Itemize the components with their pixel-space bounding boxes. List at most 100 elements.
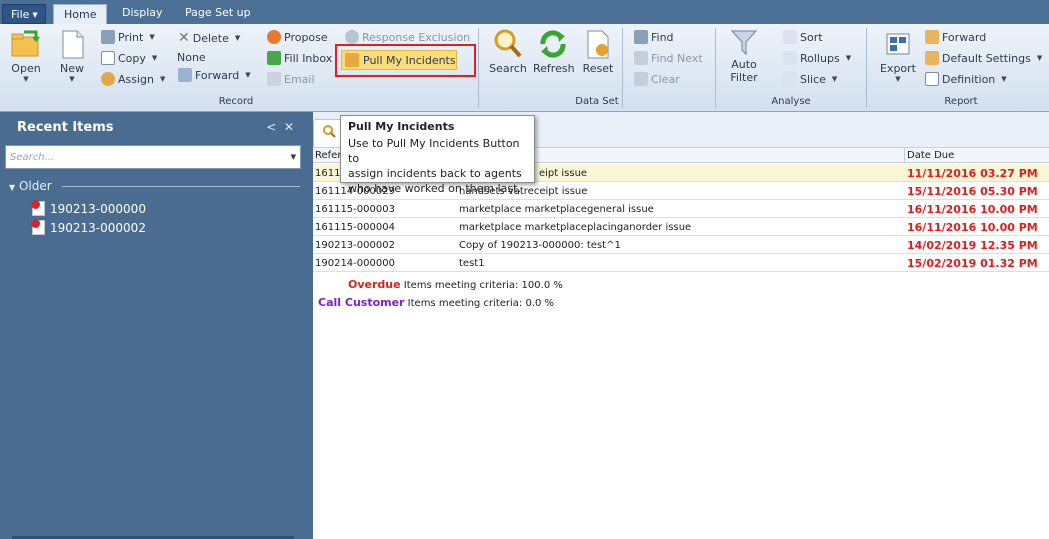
response-exclusion-label: Response Exclusion [362, 30, 471, 44]
definition-label: Definition [942, 72, 996, 86]
group-divider [62, 186, 300, 187]
delete-button[interactable]: ✕ Delete ▼ [178, 30, 240, 46]
cell-subject: eipt issue [539, 168, 588, 179]
delete-label: Delete [192, 31, 229, 45]
propose-button[interactable]: Propose [267, 30, 328, 44]
recent-item[interactable]: 190213-000002 [31, 219, 146, 235]
printer-icon [101, 30, 115, 44]
search-button[interactable]: Search [489, 28, 527, 75]
cell-subject: Copy of 190213-000000: test^1 [459, 240, 621, 251]
ribbon-tab-bar: File ▼ Home Display Page Set up [0, 0, 1049, 24]
sort-label: Sort [800, 30, 823, 44]
email-button[interactable]: Email [267, 72, 315, 86]
forward-mail-icon [178, 68, 192, 82]
chevron-down-icon: ▼ [32, 11, 38, 19]
definition-button[interactable]: Definition ▼ [925, 72, 1007, 86]
new-button[interactable]: New ▼ [56, 28, 88, 83]
clear-label: Clear [651, 72, 680, 86]
chevron-down-icon: ▼ [160, 75, 166, 83]
find-next-label: Find Next [651, 51, 703, 65]
legend-call-customer-label: Call Customer [318, 296, 405, 309]
legend-call-customer: Call Customer Items meeting criteria: 0.… [318, 296, 554, 309]
table-row[interactable]: 161115-000003 marketplace marketplacegen… [313, 200, 1049, 218]
open-button[interactable]: Open ▼ [8, 28, 44, 83]
incident-icon [31, 200, 45, 216]
response-exclusion-button[interactable]: Response Exclusion [345, 30, 470, 44]
recent-items-title: Recent Items [17, 120, 114, 135]
recent-item[interactable]: 190213-000000 [31, 200, 146, 216]
export-button[interactable]: Export ▼ [878, 28, 918, 83]
tab-home[interactable]: Home [53, 4, 108, 24]
recent-items-search[interactable]: Search... ▼ [5, 145, 301, 169]
cell-subject: test1 [459, 258, 485, 269]
slice-button[interactable]: Slice ▼ [783, 72, 837, 86]
collapse-left-icon[interactable]: < [266, 120, 276, 134]
analyse-group-label: Analyse [771, 96, 811, 107]
sort-button[interactable]: Sort [783, 30, 823, 44]
fill-inbox-button[interactable]: Fill Inbox [267, 51, 332, 65]
find-next-button[interactable]: Find Next [634, 51, 703, 65]
search-icon [323, 125, 336, 138]
dataset-group-label: Data Set [575, 96, 619, 107]
default-settings-button[interactable]: Default Settings ▼ [925, 51, 1042, 65]
chevron-down-icon[interactable]: ▼ [291, 153, 296, 161]
reset-button[interactable]: Reset [582, 28, 614, 75]
tab-display[interactable]: Display [122, 6, 163, 19]
propose-label: Propose [284, 30, 328, 44]
filter-label: Filter [730, 71, 758, 84]
recent-item-label: 190213-000000 [50, 201, 146, 216]
forward-button[interactable]: Forward ▼ [178, 68, 251, 82]
group-older[interactable]: ▼ Older [9, 179, 52, 193]
chevron-down-icon: ▼ [245, 71, 251, 79]
record-group-label: Record [218, 96, 254, 107]
cell-date-due: 16/11/2016 10.00 PM [907, 203, 1038, 216]
refresh-icon [537, 28, 569, 60]
search-tab[interactable] [313, 119, 343, 147]
new-label: New [60, 62, 84, 75]
chevron-down-icon: ▼ [831, 75, 838, 83]
copy-button[interactable]: Copy ▼ [101, 51, 157, 65]
fill-inbox-label: Fill Inbox [284, 51, 333, 65]
report-forward-button[interactable]: Forward [925, 30, 986, 44]
tab-page-setup[interactable]: Page Set up [185, 6, 251, 19]
column-header-date-due[interactable]: Date Due [904, 148, 1049, 163]
legend-call-customer-text: Items meeting criteria: 0.0 % [407, 298, 555, 309]
sort-az-icon [783, 30, 797, 44]
response-exclusion-icon [345, 30, 359, 44]
report-group-label: Report [944, 96, 978, 107]
recent-item-label: 190213-000002 [50, 220, 146, 235]
refresh-button[interactable]: Refresh [533, 28, 575, 75]
cell-subject: marketplace marketplaceplacinganorder is… [459, 222, 692, 233]
chevron-down-icon: ▼ [151, 54, 158, 62]
legend-overdue: Overdue Items meeting criteria: 100.0 % [348, 278, 563, 291]
close-icon[interactable]: ✕ [284, 120, 294, 134]
definition-icon [925, 72, 939, 86]
reset-label: Reset [582, 62, 614, 75]
export-icon [882, 28, 914, 60]
find-button[interactable]: Find [634, 30, 674, 44]
magnifier-icon [492, 28, 524, 60]
print-button[interactable]: Print ▼ [101, 30, 155, 44]
table-row[interactable]: 190214-000000 test1 15/02/2019 01.32 PM [313, 254, 1049, 272]
tooltip-line: assign incidents back to agents [348, 167, 522, 180]
none-item[interactable]: None [177, 51, 206, 64]
clear-button[interactable]: Clear [634, 72, 680, 86]
chevron-down-icon: ▼ [1001, 75, 1007, 83]
copy-icon [101, 51, 115, 65]
chevron-down-icon: ▼ [23, 75, 29, 83]
chevron-down-icon: ▼ [1036, 54, 1043, 62]
rollups-icon [783, 51, 797, 65]
table-row[interactable]: 161115-000004 marketplace marketplacepla… [313, 218, 1049, 236]
tooltip-title: Pull My Incidents [348, 120, 455, 133]
group-separator [478, 28, 479, 108]
open-label: Open [11, 62, 41, 75]
table-row[interactable]: 190213-000002 Copy of 190213-000000: tes… [313, 236, 1049, 254]
auto-filter-button[interactable]: Auto Filter [726, 28, 762, 84]
assign-button[interactable]: Assign ▼ [101, 72, 165, 86]
new-document-icon [56, 28, 88, 60]
recent-items-panel: Recent Items < ✕ Search... ▼ ▼ Older 190… [0, 112, 306, 539]
find-icon [634, 30, 648, 44]
chevron-down-icon: ▼ [895, 75, 901, 83]
file-menu-button[interactable]: File ▼ [2, 4, 46, 24]
rollups-button[interactable]: Rollups ▼ [783, 51, 851, 65]
